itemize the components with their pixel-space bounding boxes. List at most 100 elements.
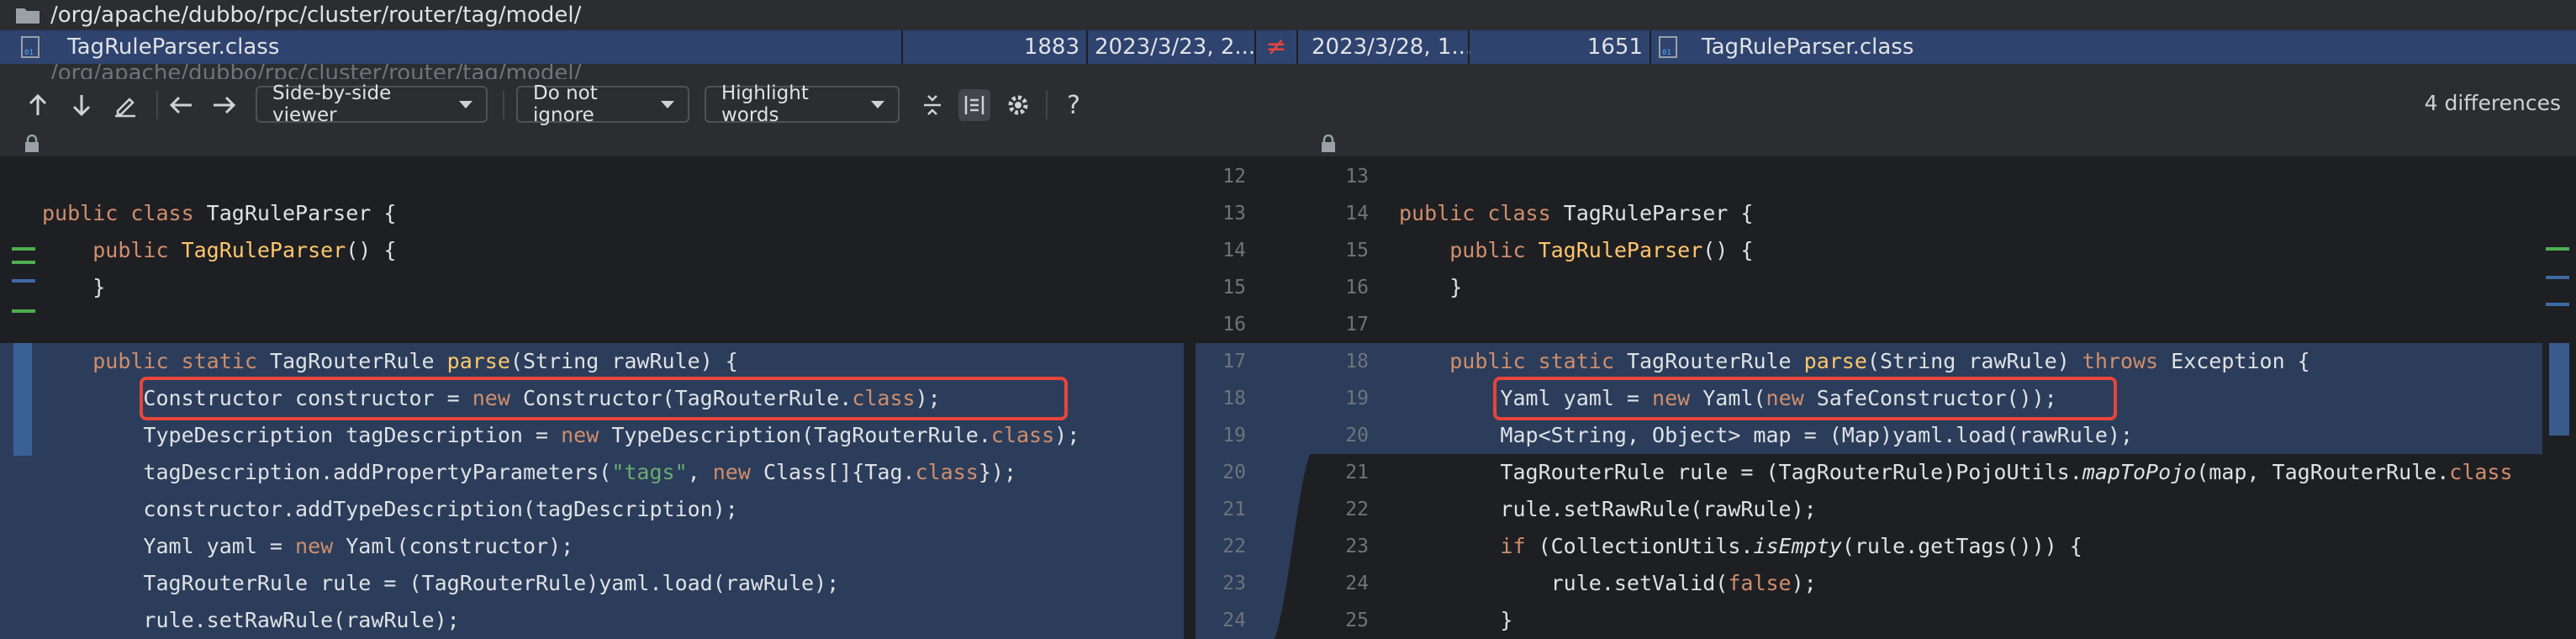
right-line-number: 24 (1345, 573, 1369, 594)
selected-file-row[interactable]: 01 TagRuleParser.class 1883 2023/3/23, 2… (0, 30, 2576, 64)
folder-row[interactable]: /org/apache/dubbo/rpc/cluster/router/tag… (0, 0, 2576, 30)
right-file-size: 1651 (1586, 34, 1643, 60)
code-line: public class TagRuleParser { (1399, 201, 1754, 225)
left-line-number: 21 (1222, 499, 1246, 520)
right-line-number: 18 (1345, 351, 1369, 372)
chevron-down-icon (661, 100, 674, 108)
svg-text:01: 01 (24, 49, 34, 57)
code-line: public static TagRouterRule parse(String… (1449, 349, 2310, 373)
right-line-number: 15 (1345, 240, 1369, 261)
left-scroll-marker (12, 279, 35, 283)
code-line: rule.setValid(false); (1399, 571, 1817, 595)
left-line-number: 15 (1222, 277, 1246, 298)
left-scroll-marker (12, 247, 35, 251)
edit-icon[interactable] (109, 89, 141, 121)
differences-count: 4 differences (2424, 91, 2561, 115)
right-line-number: 20 (1345, 425, 1369, 446)
diff-mark: ≠ (1265, 32, 1287, 61)
right-line-number: 21 (1345, 462, 1369, 483)
left-file-name: TagRuleParser.class (67, 34, 280, 60)
left-line-number: 19 (1222, 425, 1246, 446)
folder-row-partial[interactable]: /org/apache/dubbo/rpc/cluster/router/tag… (0, 64, 2576, 79)
code-line: } (42, 275, 106, 299)
folder-path-partial: /org/apache/dubbo/rpc/cluster/router/tag… (50, 64, 582, 79)
right-line-number: 25 (1345, 610, 1369, 631)
right-line-number: 14 (1345, 203, 1369, 224)
previous-difference-icon[interactable] (22, 89, 54, 121)
sync-scroll-icon[interactable] (958, 89, 990, 121)
right-line-number: 22 (1345, 499, 1369, 520)
code-line: } (1399, 275, 1463, 299)
left-line-number: 12 (1222, 166, 1246, 187)
right-scrollbar-thumb[interactable] (2549, 343, 2569, 436)
code-line: public class TagRuleParser { (42, 201, 397, 225)
code-line: Yaml yaml = new Yaml(constructor); (42, 534, 574, 558)
lock-icon[interactable] (1320, 134, 1337, 156)
highlight-mode-label: Highlight words (721, 82, 809, 126)
code-line: public TagRuleParser() { (1449, 238, 1754, 262)
code-line: Map<String, Object> map = (Map)yaml.load… (1399, 423, 2133, 447)
right-line-number: 23 (1345, 536, 1369, 557)
back-arrow-icon[interactable] (165, 89, 197, 121)
forward-arrow-icon[interactable] (209, 89, 240, 121)
left-line-number: 23 (1222, 573, 1246, 594)
code-line: } (1399, 608, 1513, 632)
left-editor-pane[interactable]: public class TagRuleParser { public TagR… (0, 156, 1196, 639)
class-file-icon: 01 (20, 35, 42, 59)
right-scroll-marker (2546, 303, 2569, 306)
code-line: tagDescription.addPropertyParameters("ta… (42, 460, 1016, 484)
code-line: if (CollectionUtils.isEmpty(rule.getTags… (1500, 534, 2082, 558)
left-scrollbar-thumb[interactable] (13, 343, 32, 456)
right-file-name: TagRuleParser.class (1702, 34, 1914, 60)
svg-text:01: 01 (1662, 49, 1671, 57)
code-line: TypeDescription tagDescription = new Typ… (42, 423, 1080, 447)
code-line: TagRouterRule rule = (TagRouterRule)Pojo… (1399, 460, 2513, 484)
left-file-size: 1883 (1023, 34, 1079, 60)
left-file-date: 2023/3/23, 2... (1095, 34, 1256, 60)
left-line-number: 16 (1222, 314, 1246, 335)
chevron-down-icon (871, 100, 884, 108)
next-difference-icon[interactable] (66, 89, 98, 121)
left-line-number: 17 (1222, 351, 1246, 372)
left-line-number: 13 (1222, 203, 1246, 224)
folder-path: /org/apache/dubbo/rpc/cluster/router/tag… (50, 3, 582, 28)
help-icon[interactable]: ? (1058, 89, 1090, 121)
chevron-down-icon (459, 100, 472, 108)
diff-gutter: 12 13 14 15 16 17 18 19 20 21 22 23 24 1… (1196, 156, 1389, 639)
annotation-box (140, 377, 1068, 420)
class-file-icon: 01 (1658, 35, 1680, 59)
whitespace-ignore-label: Do not ignore (533, 82, 598, 126)
code-line: rule.setRawRule(rawRule); (1399, 497, 1817, 521)
viewer-mode-label: Side-by-side viewer (272, 82, 392, 126)
diff-toolbar: Side-by-side viewer Do not ignore Highli… (0, 79, 2576, 131)
right-file-date: 2023/3/28, 1... (1312, 34, 1473, 60)
collapse-unchanged-icon[interactable] (916, 89, 948, 121)
code-line: constructor.addTypeDescription(tagDescri… (42, 497, 738, 521)
left-scroll-marker (12, 309, 35, 313)
folder-icon (15, 5, 40, 24)
right-line-number: 16 (1345, 277, 1369, 298)
right-scroll-marker (2546, 276, 2569, 279)
left-line-number: 18 (1222, 388, 1246, 409)
viewer-mode-dropdown[interactable]: Side-by-side viewer (256, 82, 488, 126)
left-line-number: 24 (1222, 610, 1246, 631)
lock-icon[interactable] (24, 134, 40, 156)
right-scroll-marker (2546, 247, 2569, 251)
right-line-number: 17 (1345, 314, 1369, 335)
code-line: TagRouterRule rule = (TagRouterRule)yaml… (42, 571, 840, 595)
code-line: rule.setRawRule(rawRule); (42, 608, 460, 632)
code-line: public static TagRouterRule parse(String… (92, 349, 738, 373)
right-line-number: 19 (1345, 388, 1369, 409)
left-line-number: 14 (1222, 240, 1246, 261)
annotation-box (1493, 377, 2117, 420)
left-line-number: 22 (1222, 536, 1246, 557)
left-line-number: 20 (1222, 462, 1246, 483)
pane-header-bar (0, 131, 2576, 156)
settings-gear-icon[interactable] (1002, 89, 1034, 121)
right-line-number: 13 (1345, 166, 1369, 187)
whitespace-ignore-dropdown[interactable]: Do not ignore (516, 82, 689, 126)
right-editor-pane[interactable]: public class TagRuleParser { public TagR… (1389, 156, 2576, 639)
left-scroll-marker (12, 261, 35, 264)
highlight-mode-dropdown[interactable]: Highlight words (705, 82, 900, 126)
code-line: public TagRuleParser() { (92, 238, 397, 262)
